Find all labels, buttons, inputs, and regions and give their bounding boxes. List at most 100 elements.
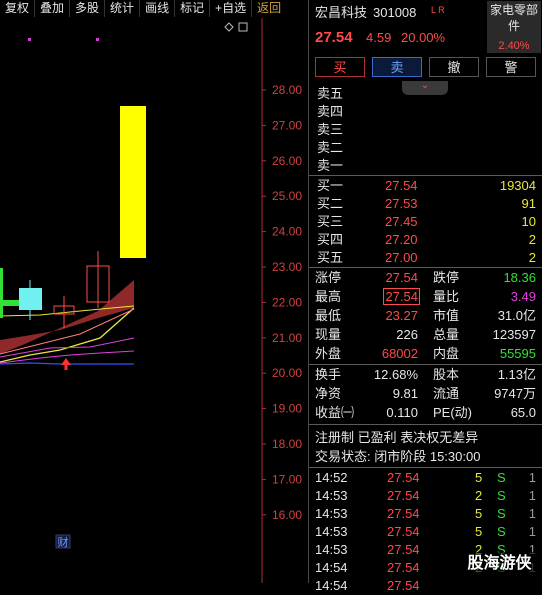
sell-button[interactable]: 卖	[372, 57, 422, 77]
bid-volume: 91	[521, 196, 536, 211]
y-axis-label: 26.00	[272, 154, 302, 168]
listing-info-text: 注册制 已盈利 表决权无差异	[315, 430, 479, 445]
ask-row: 卖三	[309, 120, 542, 139]
trading-status: 交易状态: 闭市阶段 15:30:00	[309, 447, 542, 466]
toolbar-add-watch-button[interactable]: +自选	[210, 0, 253, 17]
stat-label: 跌停	[433, 270, 460, 285]
tick-price: 27.54	[387, 578, 420, 593]
bid-row: 买五 27.00 2	[309, 248, 542, 267]
buy-button[interactable]: 买	[315, 57, 365, 77]
stat-label: 市值	[433, 308, 460, 323]
tick-count: 1	[528, 506, 536, 521]
stat-row: 换手 12.68% 股本 1.13亿	[309, 365, 542, 384]
y-axis-label: 23.00	[272, 260, 302, 274]
tick-time: 14:54	[315, 560, 348, 575]
stock-name: 宏昌科技	[315, 5, 368, 20]
tick-time: 14:53	[315, 506, 348, 521]
cancel-order-button[interactable]: 撤	[429, 57, 479, 77]
y-axis-label: 24.00	[272, 225, 302, 239]
y-axis-label: 25.00	[272, 189, 302, 203]
bid-label: 买三	[317, 214, 344, 229]
stat-label: 流通	[433, 386, 460, 401]
tick-volume: 5	[475, 506, 483, 521]
eps-value: 0.110	[386, 405, 418, 420]
toolbar-draw-button[interactable]: 画线	[140, 0, 176, 17]
tick-count: 1	[528, 524, 536, 539]
stat-row: 外盘 68002 内盘 55595	[309, 344, 542, 363]
trading-status-text: 交易状态: 闭市阶段 15:30:00	[315, 449, 481, 464]
bid-label: 买四	[317, 232, 344, 247]
y-axis-label: 16.00	[272, 508, 302, 522]
tick-direction: S	[497, 488, 506, 503]
tick-row: 14:53 27.54 5 S 1	[309, 504, 542, 523]
inner-volume-value: 55595	[499, 346, 536, 361]
stat-row: 最高 27.54 量比 3.49	[309, 287, 542, 306]
candle	[0, 268, 3, 318]
stat-label: 现量	[315, 327, 342, 342]
marker-dot	[96, 38, 99, 41]
alert-button[interactable]: 警	[486, 57, 536, 77]
bid-row: 买三 27.45 10	[309, 212, 542, 231]
toolbar-back-button[interactable]: 返回	[252, 0, 286, 17]
stock-flags: L R	[431, 5, 445, 15]
tick-time: 14:53	[315, 524, 348, 539]
divider	[309, 424, 542, 425]
tick-time: 14:54	[315, 578, 348, 593]
ask-label: 卖二	[317, 140, 344, 155]
tick-volume: 2	[475, 488, 483, 503]
tick-direction: S	[497, 506, 506, 521]
stat-row: 收益㈠ 0.110 PE(动) 65.0	[309, 403, 542, 422]
tick-price: 27.54	[387, 524, 420, 539]
ask-label: 卖五	[317, 86, 344, 101]
tick-row: 14:53 27.54 5 S 1	[309, 522, 542, 541]
toolbar-fuquan-button[interactable]: 复权	[0, 0, 36, 17]
tick-volume: 5	[475, 470, 483, 485]
toolbar-stats-button[interactable]: 统计	[105, 0, 141, 17]
ask-row: 卖四	[309, 102, 542, 121]
stat-row: 净资 9.81 流通 9747万	[309, 384, 542, 403]
bid-volume: 2	[528, 232, 536, 247]
tick-time: 14:53	[315, 542, 348, 557]
tick-time: 14:53	[315, 488, 348, 503]
bid-row: 买一 27.54 19304	[309, 176, 542, 195]
y-axis-label: 19.00	[272, 402, 302, 416]
current-volume-value: 226	[396, 327, 418, 342]
ask-label: 卖一	[317, 158, 344, 173]
bid-row: 买四 27.20 2	[309, 230, 542, 249]
price-line: 27.54 4.59 20.00%	[309, 28, 542, 48]
stat-row: 涨停 27.54 跌停 18.36	[309, 268, 542, 287]
stock-code: 301008	[373, 5, 417, 20]
low-value: 23.27	[385, 308, 418, 323]
kline-chart[interactable]: 28.00 27.00 26.00 25.00 24.00 23.00 22.00 21.00…	[0, 18, 306, 583]
up-arrow-icon	[61, 358, 71, 370]
stat-label: 净资	[315, 386, 342, 401]
tick-price: 27.54	[387, 506, 420, 521]
y-axis-label: 21.00	[272, 331, 302, 345]
y-axis-label: 17.00	[272, 472, 302, 486]
nav-value: 9.81	[392, 386, 418, 401]
y-axis-label: 27.00	[272, 118, 302, 132]
tick-price: 27.54	[387, 542, 420, 557]
tick-price: 27.54	[387, 470, 420, 485]
stat-label: 换手	[315, 367, 342, 382]
tick-count: 1	[528, 488, 536, 503]
vol-ratio-value: 3.49	[510, 289, 536, 304]
tick-count: 1	[528, 470, 536, 485]
toolbar-multi-stock-button[interactable]: 多股	[70, 0, 106, 17]
bid-price: 27.45	[385, 214, 418, 229]
limit-up-value: 27.54	[385, 270, 418, 285]
y-axis-label: 28.00	[272, 83, 302, 97]
stat-label: 总量	[433, 327, 460, 342]
bid-volume: 10	[521, 214, 536, 229]
tick-volume: 5	[475, 524, 483, 539]
float-value: 9747万	[494, 386, 536, 401]
tick-direction: S	[497, 470, 506, 485]
toolbar-overlay-button[interactable]: 叠加	[35, 0, 71, 17]
stat-row: 最低 23.27 市值 31.0亿	[309, 306, 542, 325]
toolbar-mark-button[interactable]: 标记	[175, 0, 211, 17]
pe-value: 65.0	[510, 405, 536, 420]
stat-label: 内盘	[433, 346, 460, 361]
stat-label: 量比	[433, 289, 460, 304]
tick-row: 14:52 27.54 5 S 1	[309, 468, 542, 487]
stat-row: 现量 226 总量 123597	[309, 325, 542, 344]
